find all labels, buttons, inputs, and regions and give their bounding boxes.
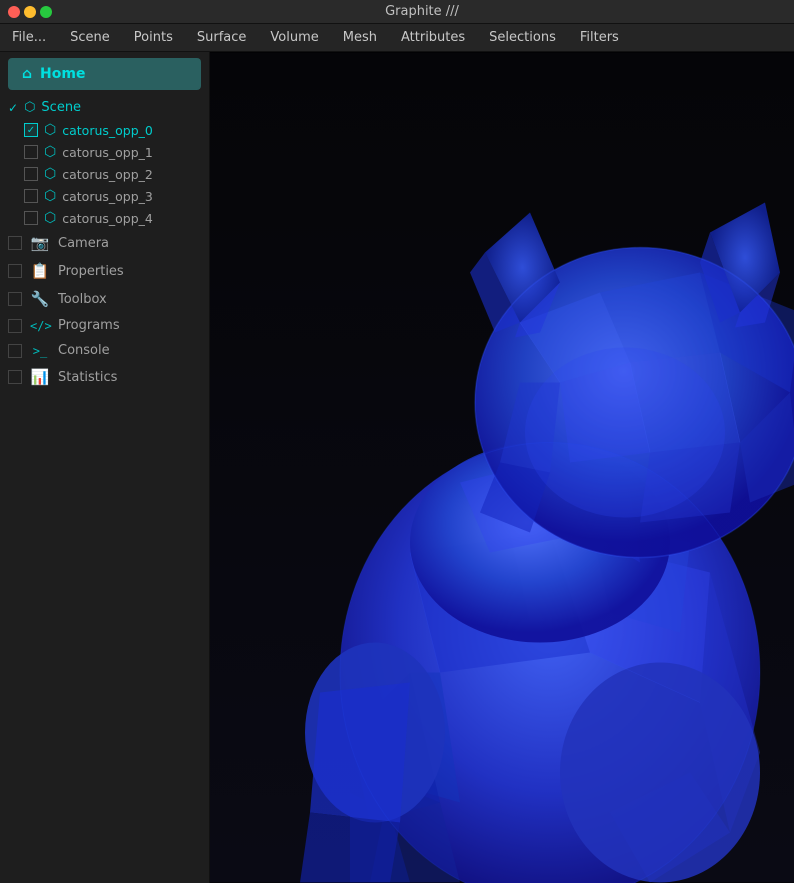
statistics-icon: 📊 xyxy=(30,368,50,386)
properties-icon: 📋 xyxy=(30,262,50,280)
scene-object-0-checkbox[interactable] xyxy=(24,123,38,137)
nav-properties[interactable]: 📋 Properties xyxy=(0,257,209,285)
menu-file[interactable]: File... xyxy=(0,24,58,51)
nav-toolbox-checkbox[interactable] xyxy=(8,292,22,306)
scene-object-4-label: catorus_opp_4 xyxy=(62,211,153,226)
scene-header[interactable]: ✓ ⬡ Scene xyxy=(0,96,209,119)
scene-object-2-checkbox[interactable] xyxy=(24,167,38,181)
scene-object-3-checkbox[interactable] xyxy=(24,189,38,203)
nav-camera[interactable]: 📷 Camera xyxy=(0,229,209,257)
scene-object-3-label: catorus_opp_3 xyxy=(62,189,153,204)
nav-console[interactable]: >_ Console xyxy=(0,338,209,363)
nav-programs-label: Programs xyxy=(58,318,120,333)
nav-programs-checkbox[interactable] xyxy=(8,319,22,333)
nav-properties-checkbox[interactable] xyxy=(8,264,22,278)
menubar: File... Scene Points Surface Volume Mesh… xyxy=(0,24,794,52)
nav-properties-label: Properties xyxy=(58,264,124,279)
menu-points[interactable]: Points xyxy=(122,24,185,51)
nav-programs[interactable]: </> Programs xyxy=(0,313,209,338)
scene-object-2-label: catorus_opp_2 xyxy=(62,167,153,182)
main-area: ⌂ Home ✓ ⬡ Scene ⬡ catorus_opp_0 ⬡ cator… xyxy=(0,52,794,883)
nav-toolbox-label: Toolbox xyxy=(58,292,107,307)
toolbox-icon: 🔧 xyxy=(30,290,50,308)
scene-object-0[interactable]: ⬡ catorus_opp_0 xyxy=(0,119,209,141)
menu-volume[interactable]: Volume xyxy=(258,24,330,51)
scene-object-0-icon: ⬡ xyxy=(44,122,56,138)
nav-console-label: Console xyxy=(58,343,110,358)
scene-object-1-checkbox[interactable] xyxy=(24,145,38,159)
scene-check-icon: ✓ xyxy=(8,101,18,115)
viewport[interactable] xyxy=(210,52,794,883)
scene-object-1[interactable]: ⬡ catorus_opp_1 xyxy=(0,141,209,163)
scene-object-1-icon: ⬡ xyxy=(44,144,56,160)
scene-cube-icon: ⬡ xyxy=(24,100,35,115)
window-title: Graphite /// xyxy=(58,4,786,19)
console-icon: >_ xyxy=(30,344,50,358)
nav-camera-checkbox[interactable] xyxy=(8,236,22,250)
close-button[interactable] xyxy=(8,6,20,18)
menu-attributes[interactable]: Attributes xyxy=(389,24,477,51)
menu-mesh[interactable]: Mesh xyxy=(331,24,389,51)
programs-icon: </> xyxy=(30,319,50,333)
3d-viewport-canvas xyxy=(210,52,794,883)
nav-statistics-checkbox[interactable] xyxy=(8,370,22,384)
nav-statistics-label: Statistics xyxy=(58,370,117,385)
scene-object-2-icon: ⬡ xyxy=(44,166,56,182)
home-icon: ⌂ xyxy=(22,66,32,82)
nav-toolbox[interactable]: 🔧 Toolbox xyxy=(0,285,209,313)
camera-icon: 📷 xyxy=(30,234,50,252)
home-button[interactable]: ⌂ Home xyxy=(8,58,201,90)
titlebar-controls xyxy=(8,6,52,18)
scene-object-2[interactable]: ⬡ catorus_opp_2 xyxy=(0,163,209,185)
scene-object-3-icon: ⬡ xyxy=(44,188,56,204)
scene-object-3[interactable]: ⬡ catorus_opp_3 xyxy=(0,185,209,207)
nav-camera-label: Camera xyxy=(58,236,109,251)
sidebar: ⌂ Home ✓ ⬡ Scene ⬡ catorus_opp_0 ⬡ cator… xyxy=(0,52,210,883)
menu-surface[interactable]: Surface xyxy=(185,24,259,51)
nav-statistics[interactable]: 📊 Statistics xyxy=(0,363,209,391)
minimize-button[interactable] xyxy=(24,6,36,18)
scene-object-1-label: catorus_opp_1 xyxy=(62,145,153,160)
scene-object-0-label: catorus_opp_0 xyxy=(62,123,153,138)
scene-label: Scene xyxy=(41,100,81,115)
menu-scene[interactable]: Scene xyxy=(58,24,122,51)
titlebar: Graphite /// xyxy=(0,0,794,24)
menu-filters[interactable]: Filters xyxy=(568,24,631,51)
menu-selections[interactable]: Selections xyxy=(477,24,568,51)
nav-console-checkbox[interactable] xyxy=(8,344,22,358)
scene-object-4-icon: ⬡ xyxy=(44,210,56,226)
scene-object-4[interactable]: ⬡ catorus_opp_4 xyxy=(0,207,209,229)
scene-object-4-checkbox[interactable] xyxy=(24,211,38,225)
home-label: Home xyxy=(40,66,85,82)
maximize-button[interactable] xyxy=(40,6,52,18)
